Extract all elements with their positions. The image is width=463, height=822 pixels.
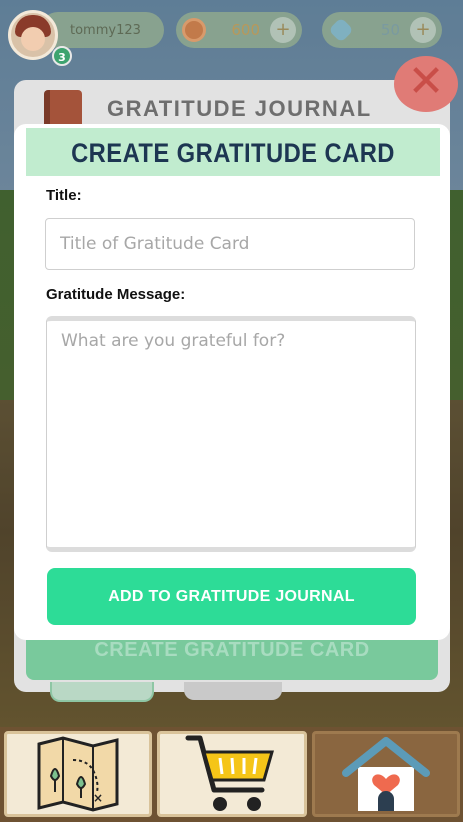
close-button[interactable]: ✕ [394, 56, 458, 112]
gem-amount: 50 [380, 21, 400, 39]
gem-icon [328, 17, 354, 43]
coin-counter: 600 + [176, 12, 302, 48]
journal-tab[interactable] [184, 682, 282, 700]
add-coins-button[interactable]: + [270, 17, 296, 43]
avatar-face [21, 27, 45, 51]
gem-counter: 50 + [322, 12, 442, 48]
title-label: Title: [46, 187, 82, 204]
level-badge: 3 [52, 46, 72, 66]
journal-title: GRATITUDE JOURNAL [107, 96, 372, 121]
home-heart-icon [342, 737, 430, 811]
nav-home-button[interactable] [312, 731, 460, 817]
modal-header: CREATE GRATITUDE CARD [26, 128, 440, 176]
coin-amount: 600 [231, 21, 260, 39]
card-title-input[interactable] [45, 218, 415, 270]
gratitude-message-input[interactable] [46, 316, 416, 552]
avatar[interactable] [8, 10, 58, 60]
message-label: Gratitude Message: [46, 286, 186, 303]
nav-map-button[interactable]: × [4, 731, 152, 817]
add-to-journal-button[interactable]: ADD TO GRATITUDE JOURNAL [47, 568, 416, 625]
bottom-nav: × [0, 727, 463, 822]
coin-icon [182, 18, 206, 42]
nav-shop-button[interactable] [157, 731, 307, 817]
username: tommy123 [70, 22, 141, 38]
add-gems-button[interactable]: + [410, 17, 436, 43]
map-icon: × [37, 736, 119, 812]
create-card-modal: CREATE GRATITUDE CARD Title: Gratitude M… [14, 124, 450, 640]
modal-title: CREATE GRATITUDE CARD [71, 138, 395, 168]
svg-text:×: × [93, 791, 103, 805]
user-pill[interactable]: tommy123 [40, 12, 164, 48]
shopping-cart-icon [185, 735, 274, 811]
journal-tab[interactable] [50, 682, 154, 702]
